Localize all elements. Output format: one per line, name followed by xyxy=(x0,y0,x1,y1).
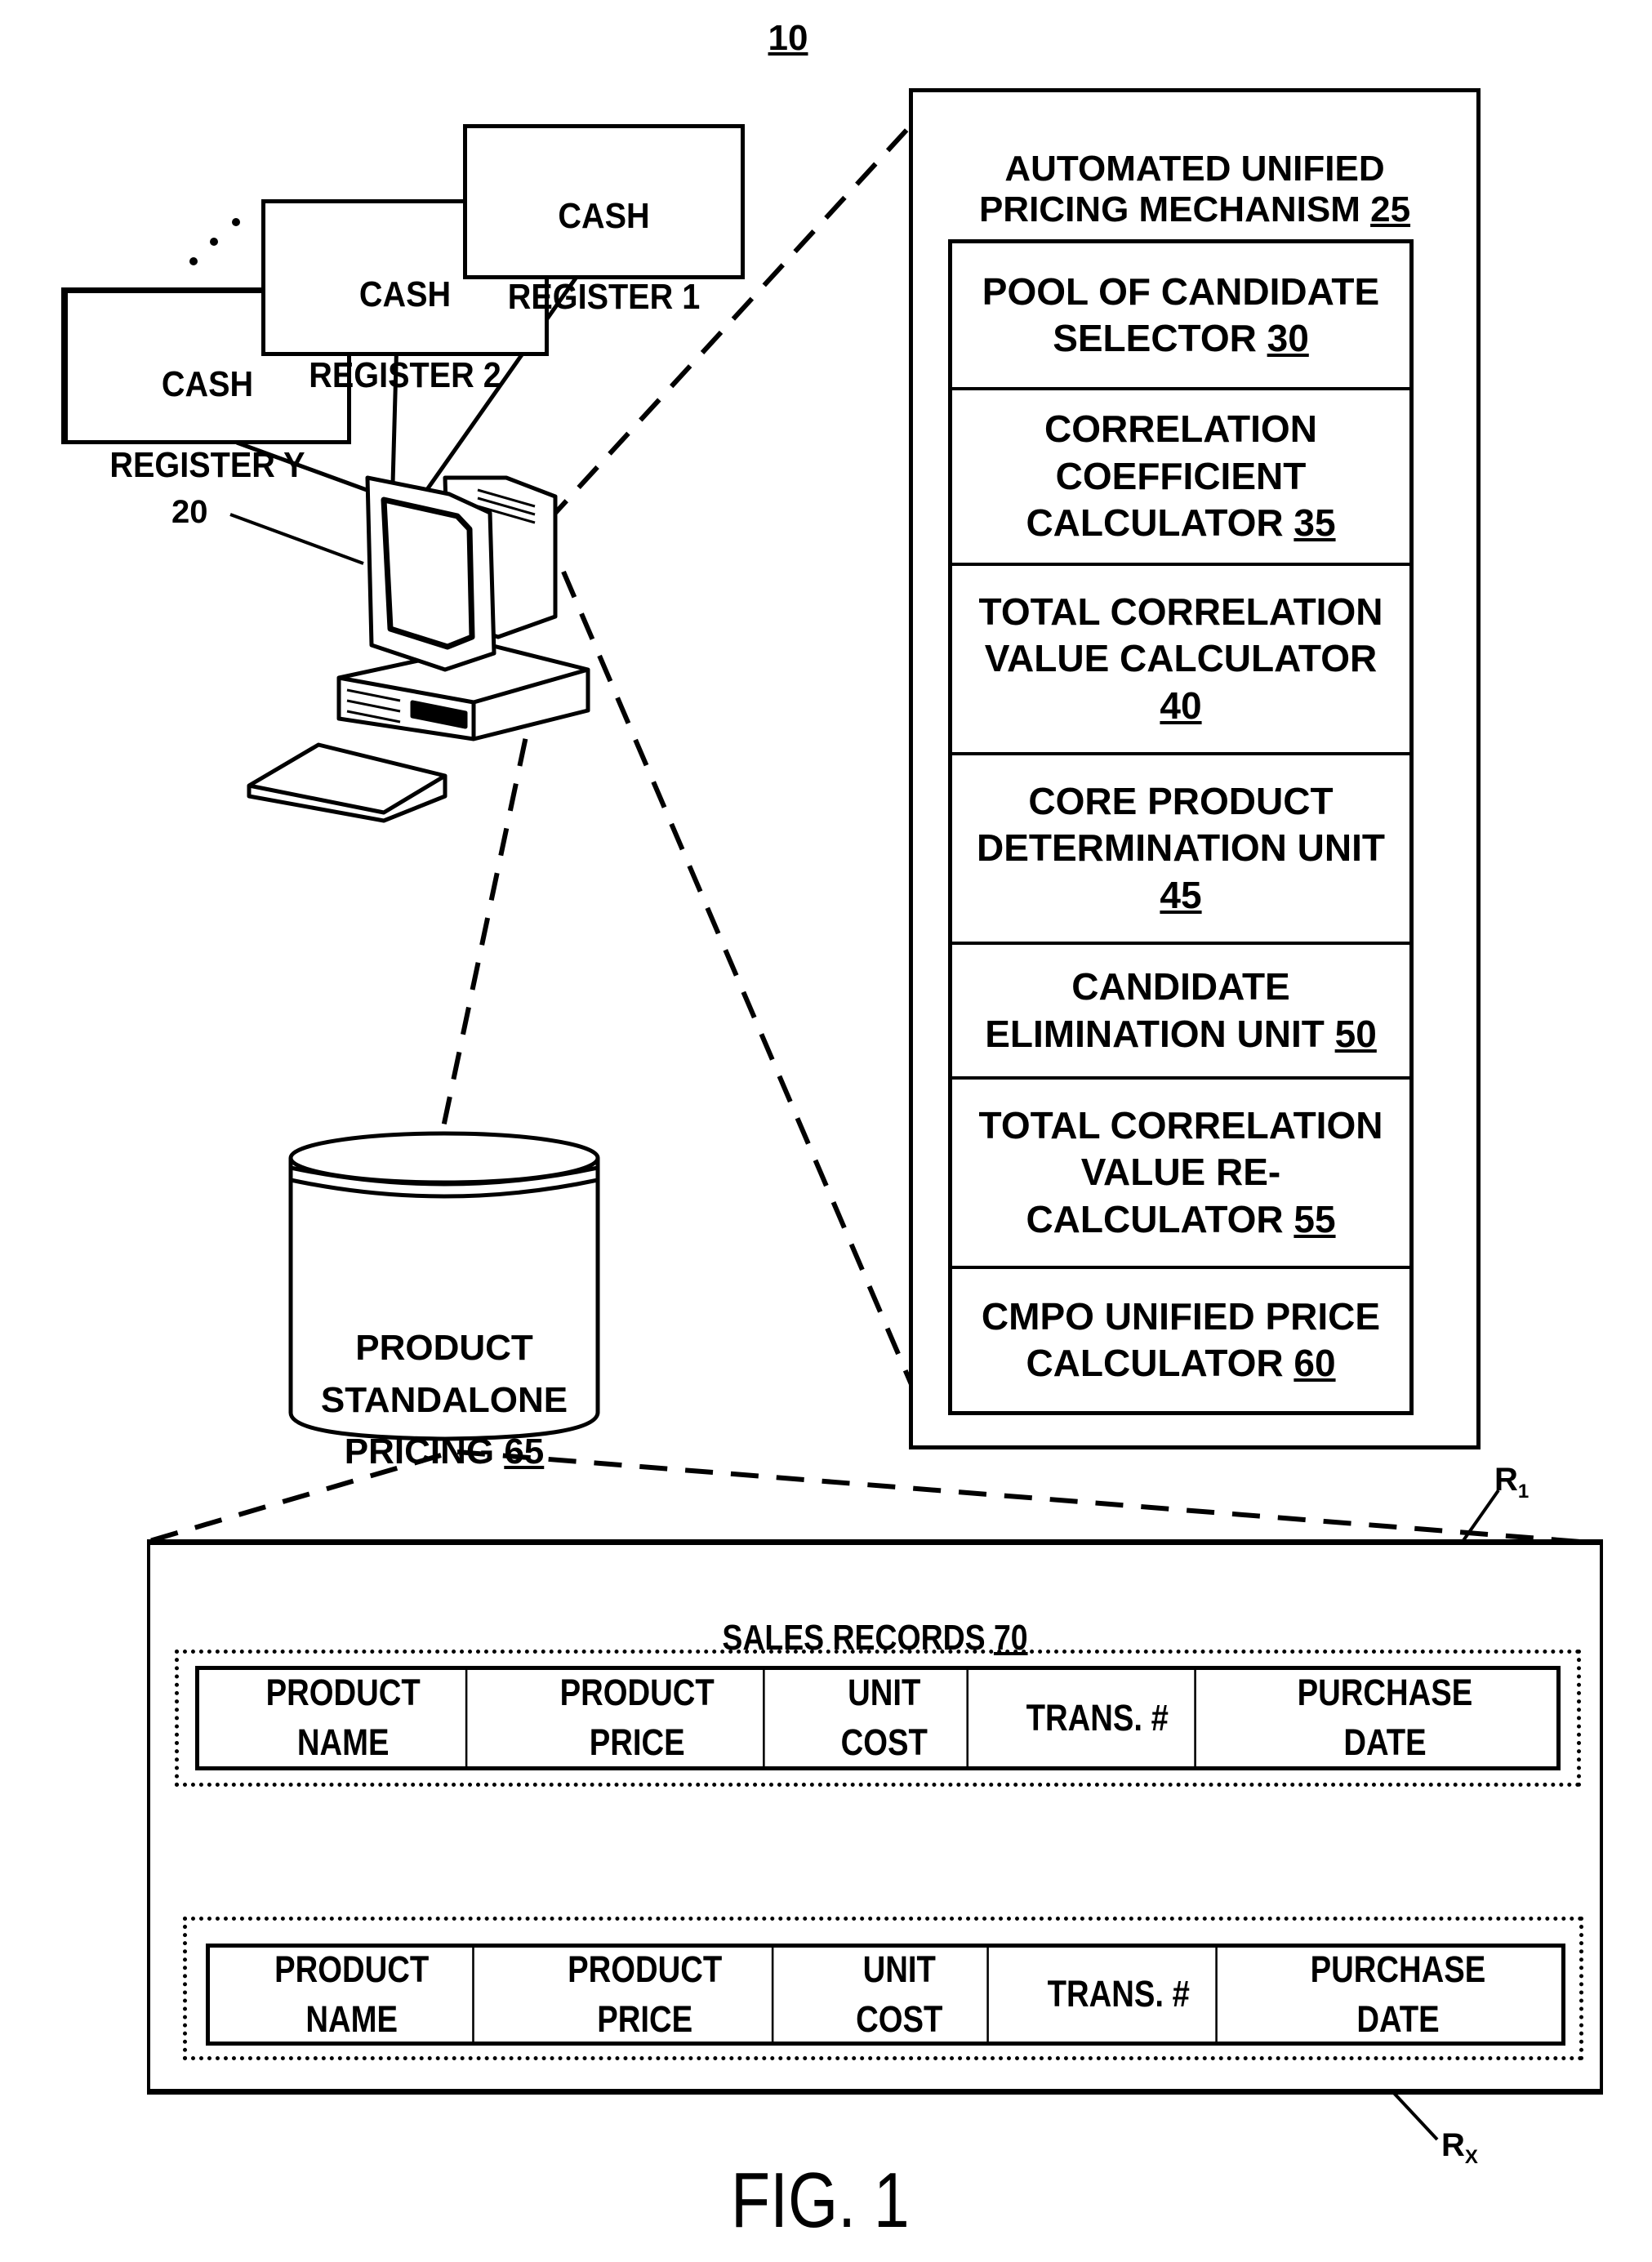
figure-ref-number: 10 xyxy=(768,18,808,58)
cash-register-1: CASH REGISTER 1 xyxy=(463,124,745,317)
ellipsis-dot xyxy=(232,218,240,226)
cash-register-y-line2: REGISTER Y xyxy=(109,444,305,485)
mechanism-units: POOL OF CANDIDATE SELECTOR 30 CORRELATIO… xyxy=(948,239,1414,1415)
dashed-database-to-records-right xyxy=(456,1449,1601,1546)
record-r1: PRODUCT NAME PRODUCT PRICE UNIT COST TRA… xyxy=(195,1666,1561,1770)
pricing-mechanism-panel: AUTOMATED UNIFIED PRICING MECHANISM 25 P… xyxy=(909,88,1481,1449)
dashed-computer-to-mechanism-bottom xyxy=(561,570,915,1390)
unit-total-correlation-value-calculator: TOTAL CORRELATION VALUE CALCULATOR 40 xyxy=(952,566,1409,755)
record-rx-product-price: PRODUCT PRICE xyxy=(519,1948,774,2042)
record-rx: PRODUCT NAME PRODUCT PRICE UNIT COST TRA… xyxy=(206,1944,1565,2046)
record-rx-label: RX xyxy=(1441,2127,1478,2168)
pricing-mechanism-title: AUTOMATED UNIFIED PRICING MECHANISM 25 xyxy=(978,149,1411,229)
sales-records-panel: SALES RECORDS 70 PRODUCT NAME PRODUCT PR… xyxy=(147,1539,1603,2095)
cash-register-2-line2: REGISTER 2 xyxy=(309,354,501,395)
record-rx-product-name: PRODUCT NAME xyxy=(231,1948,474,2042)
cash-register-1-line2: REGISTER 1 xyxy=(507,276,701,317)
record-rx-unit-cost: UNIT COST xyxy=(812,1948,989,2042)
record-r1-purchase-date: PURCHASE DATE xyxy=(1297,1672,1473,1763)
computer-ref-label: 20 xyxy=(171,494,208,530)
dashed-computer-to-database xyxy=(440,693,537,1132)
database-label: PRODUCT STANDALONE PRICING 65 xyxy=(320,1327,568,1472)
record-rx-purchase-date: PURCHASE DATE xyxy=(1310,1948,1486,2040)
figure-caption: FIG. 1 xyxy=(731,2157,910,2244)
cash-register-1-line1: CASH xyxy=(558,196,650,237)
pricing-mechanism-ref: 25 xyxy=(1370,189,1411,229)
database-ref: 65 xyxy=(504,1432,545,1472)
unit-core-product-determination: CORE PRODUCT DETERMINATION UNIT 45 xyxy=(952,755,1409,945)
unit-total-correlation-value-recalculator: TOTAL CORRELATION VALUE RE- CALCULATOR 5… xyxy=(952,1080,1409,1269)
ellipsis-dot xyxy=(210,238,218,246)
record-r1-label: R1 xyxy=(1494,1462,1530,1503)
unit-cmpo-unified-price-calculator: CMPO UNIFIED PRICE CALCULATOR 60 xyxy=(981,1294,1381,1385)
record-r1-product-price: PRODUCT PRICE xyxy=(511,1670,765,1766)
sales-records-title: SALES RECORDS 70 xyxy=(722,1618,1028,1659)
unit-correlation-coefficient-calculator: CORRELATION COEFFICIENT CALCULATOR 35 xyxy=(952,390,1409,566)
record-r1-unit-cost: UNIT COST xyxy=(802,1670,968,1766)
record-r1-product-name: PRODUCT NAME xyxy=(221,1670,468,1766)
ellipsis-dot xyxy=(189,257,198,265)
record-r1-trans-number: TRANS. # xyxy=(1000,1670,1196,1766)
unit-candidate-selector: POOL OF CANDIDATE SELECTOR 30 xyxy=(952,243,1409,390)
computer-icon xyxy=(247,475,590,823)
unit-candidate-elimination: CANDIDATE ELIMINATION UNIT 50 xyxy=(952,945,1409,1080)
record-rx-trans-number: TRANS. # xyxy=(1022,1948,1218,2042)
